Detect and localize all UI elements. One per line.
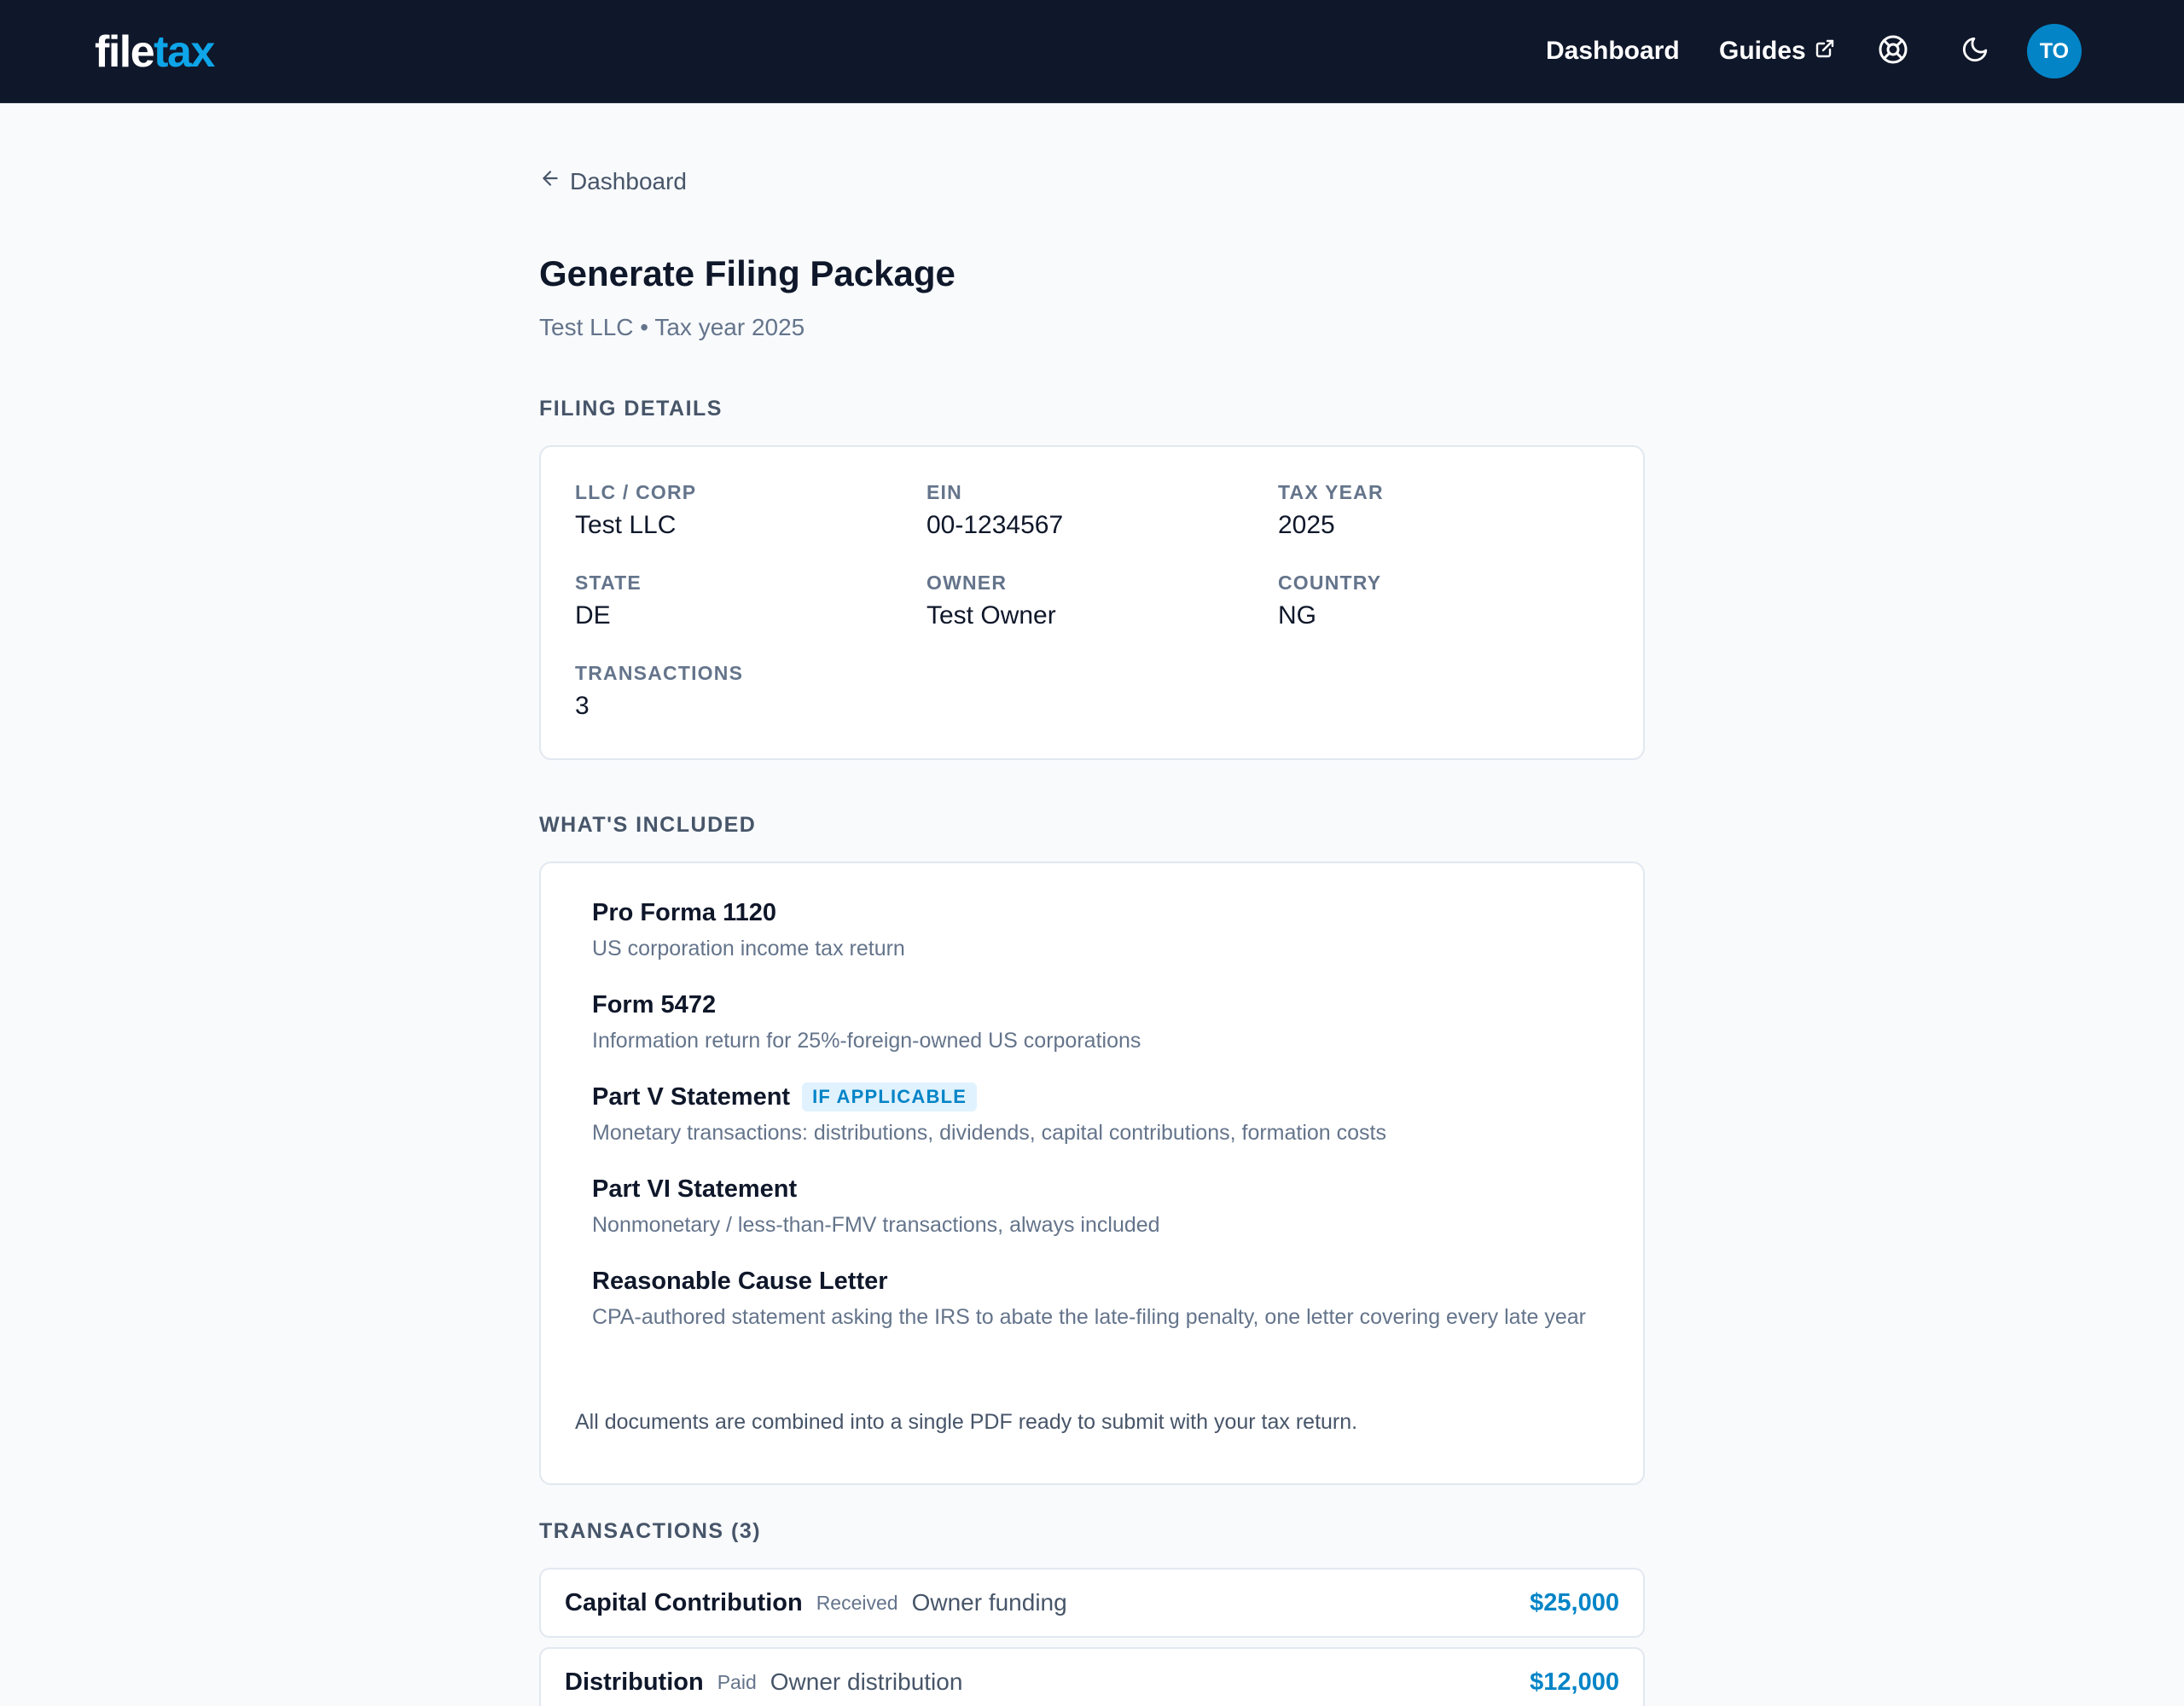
transaction-row[interactable]: Distribution Paid Owner distribution $12… bbox=[539, 1647, 1645, 1706]
transaction-row[interactable]: Capital Contribution Received Owner fund… bbox=[539, 1568, 1645, 1638]
detail-transactions: TRANSACTIONS 3 bbox=[575, 660, 743, 723]
included-note: All documents are combined into a single… bbox=[575, 1410, 1358, 1434]
arrow-left-icon bbox=[539, 165, 561, 199]
detail-country: COUNTRY NG bbox=[1278, 570, 1381, 633]
included-item-title-text: Reasonable Cause Letter bbox=[592, 1268, 888, 1295]
included-item-form-5472: Form 5472 Information return for 25%-for… bbox=[592, 988, 1616, 1057]
detail-label: COUNTRY bbox=[1278, 572, 1382, 594]
included-item-reasonable-cause-letter: Reasonable Cause Letter CPA-authored sta… bbox=[592, 1264, 1616, 1333]
detail-llc-corp: LLC / CORP Test LLC bbox=[575, 479, 696, 543]
transaction-status: Paid bbox=[717, 1670, 757, 1693]
external-link-icon bbox=[1815, 34, 1835, 68]
page-title: Generate Filing Package bbox=[539, 253, 956, 293]
if-applicable-badge: IF APPLICABLE bbox=[802, 1082, 978, 1111]
transaction-description: Owner distribution bbox=[770, 1668, 963, 1695]
whats-included-card: Pro Forma 1120 US corporation income tax… bbox=[539, 862, 1645, 1485]
included-item-title-text: Part VI Statement bbox=[592, 1175, 798, 1203]
page-subtitle: Test LLC • Tax year 2025 bbox=[539, 314, 805, 340]
logo-text-file: file bbox=[95, 27, 155, 77]
transaction-amount: $25,000 bbox=[1530, 1588, 1619, 1616]
detail-value: 00-1234567 bbox=[926, 511, 1064, 539]
detail-label: EIN bbox=[926, 481, 962, 503]
detail-ein: EIN 00-1234567 bbox=[926, 479, 1063, 543]
detail-state: STATE DE bbox=[575, 570, 642, 633]
included-item-title: Pro Forma 1120 bbox=[592, 896, 1616, 930]
transaction-type: Capital Contribution bbox=[565, 1588, 803, 1616]
included-item-title-text: Pro Forma 1120 bbox=[592, 899, 776, 926]
included-item-description: Nonmonetary / less-than-FMV transactions… bbox=[592, 1213, 1160, 1237]
transaction-amount: $12,000 bbox=[1530, 1668, 1619, 1696]
included-item-part-v-statement: Part V Statement IF APPLICABLE Monetary … bbox=[592, 1080, 1616, 1149]
included-item-title: Form 5472 bbox=[592, 988, 1616, 1022]
whats-included-heading: WHAT'S INCLUDED bbox=[539, 813, 757, 837]
transactions-heading: TRANSACTIONS (3) bbox=[539, 1519, 762, 1543]
detail-label: LLC / CORP bbox=[575, 481, 697, 503]
filetax-logo[interactable]: filetax bbox=[95, 26, 215, 78]
help-lifebuoy-icon bbox=[1878, 34, 1908, 69]
back-link-label: Dashboard bbox=[570, 168, 687, 194]
included-item-description: Monetary transactions: distributions, di… bbox=[592, 1121, 1387, 1145]
transaction-type: Distribution bbox=[565, 1668, 704, 1696]
detail-value: NG bbox=[1278, 601, 1316, 630]
detail-tax-year: TAX YEAR 2025 bbox=[1278, 479, 1384, 543]
logo-text-tax: tax bbox=[154, 27, 215, 77]
included-item-description: US corporation income tax return bbox=[592, 937, 905, 960]
detail-owner: OWNER Test Owner bbox=[926, 570, 1056, 633]
back-to-dashboard-link[interactable]: Dashboard bbox=[539, 165, 687, 199]
included-item-title: Reasonable Cause Letter bbox=[592, 1264, 1616, 1298]
detail-value: 3 bbox=[575, 692, 590, 720]
included-item-title: Part VI Statement bbox=[592, 1172, 1616, 1206]
filing-details-card: LLC / CORP Test LLC EIN 00-1234567 TAX Y… bbox=[539, 445, 1645, 760]
nav-guides-label: Guides bbox=[1719, 37, 1806, 65]
user-avatar[interactable]: TO bbox=[2027, 24, 2082, 78]
theme-toggle-button[interactable] bbox=[1955, 31, 1995, 72]
nav-guides-link[interactable]: Guides bbox=[1719, 34, 1835, 68]
detail-value: Test LLC bbox=[575, 511, 677, 539]
detail-value: Test Owner bbox=[926, 601, 1056, 630]
transaction-description: Owner funding bbox=[911, 1589, 1067, 1616]
detail-label: STATE bbox=[575, 572, 642, 594]
detail-value: 2025 bbox=[1278, 511, 1335, 539]
detail-label: OWNER bbox=[926, 572, 1008, 594]
included-item-description: CPA-authored statement asking the IRS to… bbox=[592, 1305, 1587, 1329]
detail-label: TAX YEAR bbox=[1278, 481, 1384, 503]
detail-value: DE bbox=[575, 601, 611, 630]
nav-dashboard-link[interactable]: Dashboard bbox=[1546, 34, 1680, 68]
included-item-title-text: Part V Statement bbox=[592, 1083, 791, 1111]
included-item-description: Information return for 25%-foreign-owned… bbox=[592, 1029, 1141, 1053]
included-item-pro-forma-1120: Pro Forma 1120 US corporation income tax… bbox=[592, 896, 1616, 965]
included-item-title: Part V Statement IF APPLICABLE bbox=[592, 1080, 1616, 1114]
transaction-status: Received bbox=[816, 1591, 898, 1614]
top-navbar: filetax Dashboard Guides TO bbox=[0, 0, 2184, 103]
detail-label: TRANSACTIONS bbox=[575, 662, 744, 684]
filing-details-heading: FILING DETAILS bbox=[539, 397, 723, 421]
help-button[interactable] bbox=[1873, 31, 1914, 72]
moon-icon bbox=[1960, 35, 1989, 68]
included-item-part-vi-statement: Part VI Statement Nonmonetary / less-tha… bbox=[592, 1172, 1616, 1241]
included-item-title-text: Form 5472 bbox=[592, 991, 717, 1018]
